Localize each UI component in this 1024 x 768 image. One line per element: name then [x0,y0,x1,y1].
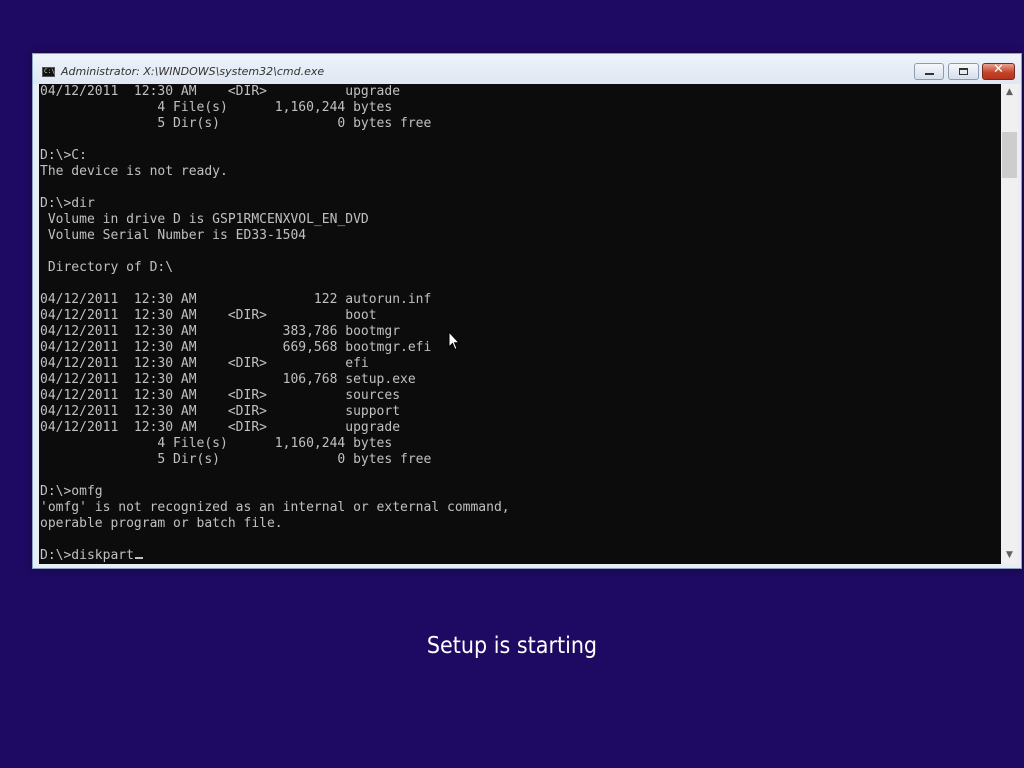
console-line: 4 File(s) 1,160,244 bytes [40,436,393,451]
console-line: 04/12/2011 12:30 AM 669,568 bootmgr.efi [40,340,432,355]
console-line: D:\>C: [40,148,87,163]
mouse-pointer-icon [448,331,460,351]
console-line: operable program or batch file. [40,516,283,531]
desktop-background: C:\ Administrator: X:\WINDOWS\system32\c… [0,0,1024,768]
command-prompt-line[interactable]: D:\>diskpart [40,548,510,564]
console-line: 04/12/2011 12:30 AM 383,786 bootmgr [40,324,401,339]
console-line: 'omfg' is not recognized as an internal … [40,500,510,515]
minimize-icon [925,73,934,75]
vertical-scrollbar[interactable]: ▲ ▼ [1001,84,1018,564]
console-line: 04/12/2011 12:30 AM <DIR> sources [40,388,401,403]
console-line: 04/12/2011 12:30 AM <DIR> upgrade [40,84,401,99]
console-line: 4 File(s) 1,160,244 bytes [40,100,393,115]
console-line: 04/12/2011 12:30 AM <DIR> boot [40,308,377,323]
close-button[interactable]: ✕ [982,62,1015,80]
console-line: 5 Dir(s) 0 bytes free [40,452,432,467]
scroll-down-icon[interactable]: ▼ [1001,547,1018,564]
console-line: Volume in drive D is GSP1RMCENXVOL_EN_DV… [40,212,369,227]
console-line: 04/12/2011 12:30 AM <DIR> efi [40,356,369,371]
cmd-icon: C:\ [42,67,55,77]
window-title: Administrator: X:\WINDOWS\system32\cmd.e… [61,65,325,78]
console-line: The device is not ready. [40,164,228,179]
text-cursor [134,557,143,559]
console-line: Volume Serial Number is ED33-1504 [40,228,307,243]
close-icon: ✕ [993,62,1004,77]
console-output[interactable]: 04/12/2011 12:30 AM <DIR> upgrade 4 File… [39,84,1001,564]
setup-status-text: Setup is starting [426,633,598,659]
console-line: 04/12/2011 12:30 AM <DIR> support [40,404,401,419]
title-bar[interactable]: C:\ Administrator: X:\WINDOWS\system32\c… [33,54,1021,84]
maximize-button[interactable] [948,63,979,80]
console-line: 04/12/2011 12:30 AM 122 autorun.inf [40,292,432,307]
console-line: 04/12/2011 12:30 AM <DIR> upgrade [40,420,401,435]
scroll-thumb[interactable] [1002,132,1017,178]
console-line: D:\>dir [40,196,95,211]
minimize-button[interactable] [914,63,944,80]
console-line: 5 Dir(s) 0 bytes free [40,116,432,131]
console-line: 04/12/2011 12:30 AM 106,768 setup.exe [40,372,416,387]
scroll-up-icon[interactable]: ▲ [1001,84,1018,101]
console-lines: 04/12/2011 12:30 AM <DIR> upgrade 4 File… [40,84,510,564]
maximize-icon [959,68,968,75]
command-input-text[interactable]: D:\>diskpart [40,548,134,563]
cmd-window[interactable]: C:\ Administrator: X:\WINDOWS\system32\c… [32,53,1022,569]
console-line: Directory of D:\ [40,260,174,275]
console-line: D:\>omfg [40,484,103,499]
